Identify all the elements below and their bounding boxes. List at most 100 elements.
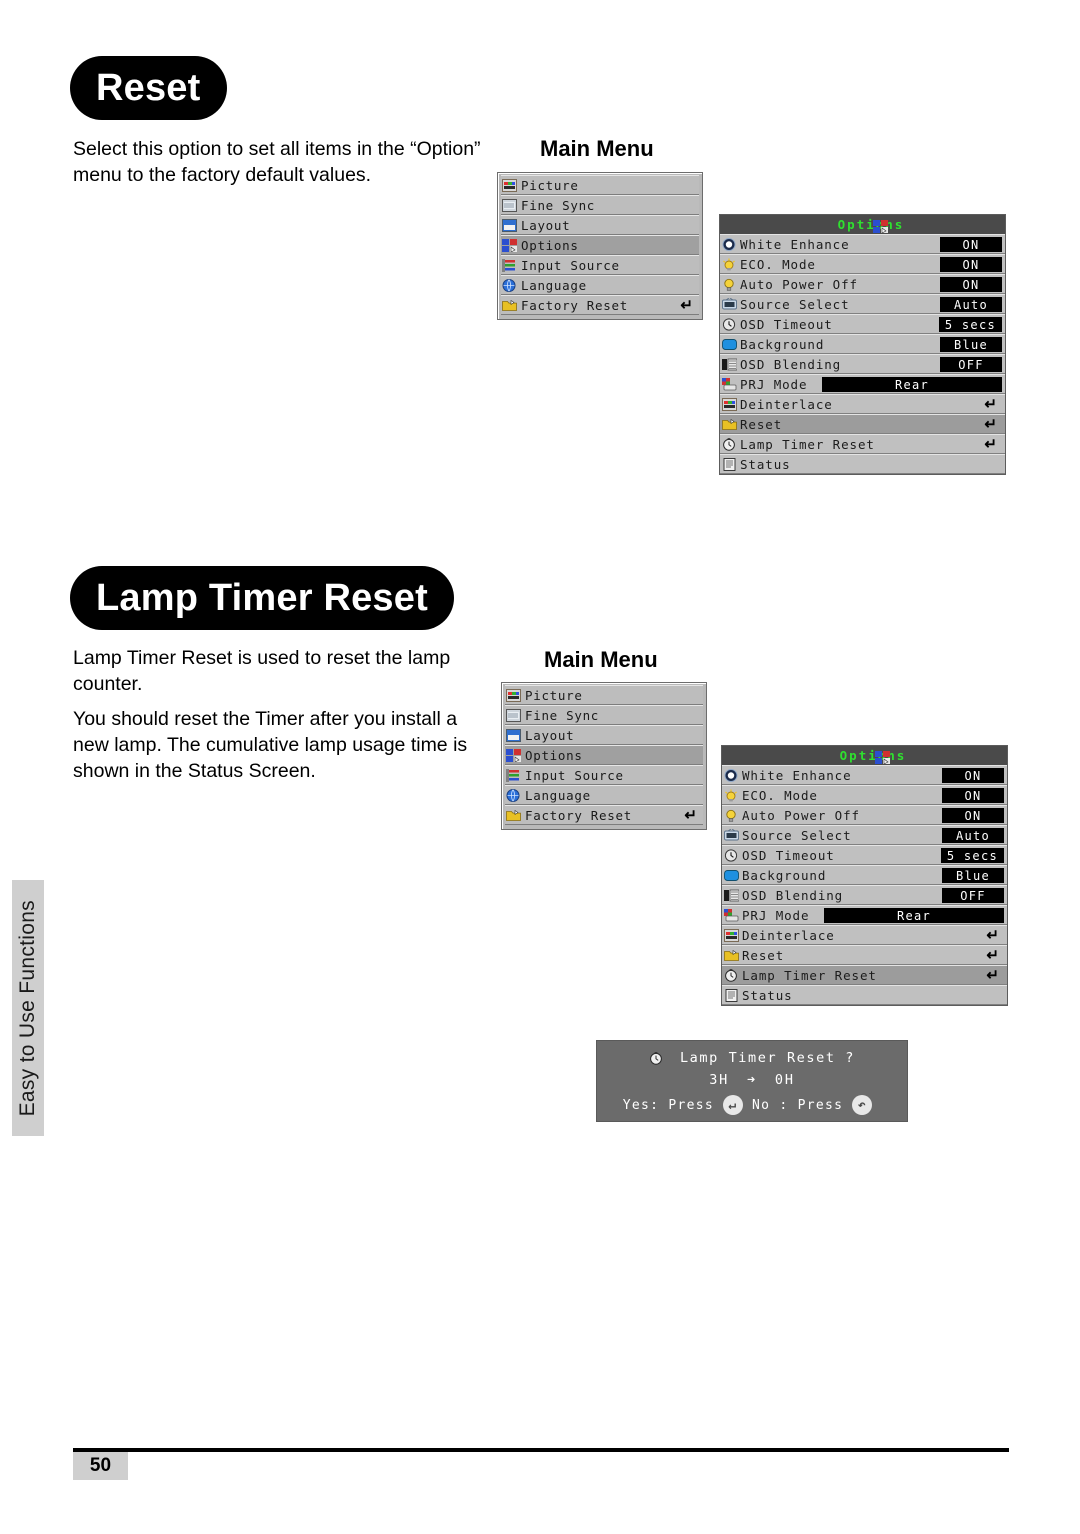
options-row-deinterlace[interactable]: Deinterlace ↵ [720, 394, 1005, 414]
eco-mode-icon [724, 789, 739, 802]
options-panel-bottom[interactable]: Options White Enhance ON ECO. Mode ON Au… [721, 745, 1008, 1006]
options-row-value[interactable]: ON [942, 808, 1004, 823]
back-button-icon[interactable]: ↶ [852, 1095, 873, 1115]
enter-arrow-icon: ↵ [984, 436, 997, 453]
options-row-value[interactable]: Auto [942, 828, 1004, 843]
source-select-icon [724, 828, 739, 842]
options-row-label: Auto Power Off [740, 276, 858, 292]
section-heading-reset-label: Reset [96, 66, 201, 109]
options-row-value[interactable]: 5 secs [940, 848, 1004, 863]
enter-button-icon[interactable]: ↵ [723, 1095, 743, 1115]
options-row-deinterlace[interactable]: Deinterlace ↵ [722, 925, 1007, 945]
options-row-label: Reset [742, 947, 785, 963]
main-menu-item-factory-reset[interactable]: Factory Reset ↵ [501, 295, 699, 315]
options-row-label: White Enhance [740, 236, 850, 252]
options-row-label: Background [740, 336, 825, 352]
options-row-background[interactable]: Background Blue [722, 865, 1007, 885]
options-row-eco-mode[interactable]: ECO. Mode ON [722, 785, 1007, 805]
options-row-auto-power-off[interactable]: Auto Power Off ON [722, 805, 1007, 825]
options-row-osd-blending[interactable]: OSD Blending OFF [722, 885, 1007, 905]
options-row-label: Status [742, 987, 793, 1003]
options-row-label: OSD Timeout [742, 847, 835, 863]
main-menu-item-options[interactable]: Options [505, 745, 703, 765]
main-menu-item-input-source[interactable]: Input Source [501, 255, 699, 275]
options-row-label: Deinterlace [742, 927, 835, 943]
main-menu-item-picture[interactable]: Picture [505, 685, 703, 705]
main-menu-item-language[interactable]: Language [505, 785, 703, 805]
options-row-value[interactable]: 5 secs [938, 317, 1002, 332]
options-row-osd-timeout[interactable]: OSD Timeout 5 secs [722, 845, 1007, 865]
options-row-background[interactable]: Background Blue [720, 334, 1005, 354]
main-menu-item-language[interactable]: Language [501, 275, 699, 295]
options-row-source-select[interactable]: Source Select Auto [722, 825, 1007, 845]
options-row-value[interactable]: OFF [942, 888, 1004, 903]
status-icon [722, 457, 737, 471]
main-menu-item-factory-reset[interactable]: Factory Reset ↵ [505, 805, 703, 825]
options-row-label: Auto Power Off [742, 807, 860, 823]
main-menu-item-label: Options [525, 747, 583, 763]
options-row-value[interactable]: Blue [942, 868, 1004, 883]
main-menu-item-layout[interactable]: Layout [501, 215, 699, 235]
options-row-value[interactable]: OFF [940, 357, 1002, 372]
main-menu-item-label: Picture [525, 687, 583, 703]
options-icon [872, 220, 888, 233]
options-row-lamp-timer-reset[interactable]: Lamp Timer Reset ↵ [722, 965, 1007, 985]
options-panel-top[interactable]: Options White Enhance ON ECO. Mode ON Au… [719, 214, 1006, 475]
main-menu-item-fine-sync[interactable]: Fine Sync [501, 195, 699, 215]
main-menu-item-label: Language [525, 787, 591, 803]
main-menu-item-picture[interactable]: Picture [501, 175, 699, 195]
options-row-source-select[interactable]: Source Select Auto [720, 294, 1005, 314]
options-row-value[interactable]: ON [942, 768, 1004, 783]
timer-icon [722, 437, 737, 451]
options-row-value[interactable]: ON [942, 788, 1004, 803]
options-row-value[interactable]: Rear [822, 377, 1002, 392]
options-row-status[interactable]: Status [722, 985, 1007, 1005]
options-row-label: Source Select [742, 827, 852, 843]
main-menu-item-label: Picture [521, 177, 579, 193]
options-row-value[interactable]: ON [940, 237, 1002, 252]
main-menu-caption-top: Main Menu [540, 136, 654, 161]
options-row-prj-mode[interactable]: PRJ Mode Rear [720, 374, 1005, 394]
options-row-eco-mode[interactable]: ECO. Mode ON [720, 254, 1005, 274]
source-select-icon [722, 297, 737, 311]
main-menu-item-fine-sync[interactable]: Fine Sync [505, 705, 703, 725]
section-heading-reset: Reset [70, 56, 227, 120]
lamp-timer-reset-description-1: Lamp Timer Reset is used to reset the la… [73, 647, 451, 695]
options-row-white-enhance[interactable]: White Enhance ON [722, 765, 1007, 785]
main-menu-item-options[interactable]: Options [501, 235, 699, 255]
lamp-dialog-yes-action[interactable]: Yes: Press ↵ [623, 1095, 752, 1115]
fine-sync-icon [502, 198, 517, 212]
options-row-status[interactable]: Status [720, 454, 1005, 474]
language-icon [506, 788, 521, 802]
options-row-value[interactable]: Auto [940, 297, 1002, 312]
options-row-value[interactable]: Blue [940, 337, 1002, 352]
timer-icon [724, 968, 739, 982]
options-row-auto-power-off[interactable]: Auto Power Off ON [720, 274, 1005, 294]
options-row-label: Status [740, 456, 791, 472]
options-row-value[interactable]: Rear [824, 908, 1004, 923]
main-menu-caption-bottom: Main Menu [544, 647, 658, 672]
main-menu-item-label: Factory Reset [525, 807, 632, 823]
osd-blending-icon [722, 358, 737, 371]
input-source-icon [502, 258, 517, 272]
options-row-lamp-timer-reset[interactable]: Lamp Timer Reset ↵ [720, 434, 1005, 454]
lamp-timer-reset-dialog[interactable]: Lamp Timer Reset ? 3H ➜ 0H Yes: Press ↵ … [596, 1040, 908, 1122]
background-icon [722, 338, 737, 351]
lamp-dialog-no-action[interactable]: No : Press ↶ [752, 1095, 881, 1115]
picture-icon [502, 178, 517, 192]
options-row-osd-blending[interactable]: OSD Blending OFF [720, 354, 1005, 374]
options-row-reset[interactable]: Reset ↵ [720, 414, 1005, 434]
folder-icon [506, 809, 521, 822]
options-row-reset[interactable]: Reset ↵ [722, 945, 1007, 965]
options-row-prj-mode[interactable]: PRJ Mode Rear [722, 905, 1007, 925]
enter-arrow-icon: ↵ [684, 806, 697, 824]
main-menu-panel-bottom[interactable]: Picture Fine Sync Layout Options Input S… [501, 682, 707, 830]
options-row-white-enhance[interactable]: White Enhance ON [720, 234, 1005, 254]
main-menu-item-layout[interactable]: Layout [505, 725, 703, 745]
options-row-osd-timeout[interactable]: OSD Timeout 5 secs [720, 314, 1005, 334]
main-menu-item-input-source[interactable]: Input Source [505, 765, 703, 785]
main-menu-panel-top[interactable]: Picture Fine Sync Layout Options Input S… [497, 172, 703, 320]
folder-icon [722, 418, 737, 431]
options-row-value[interactable]: ON [940, 277, 1002, 292]
options-row-value[interactable]: ON [940, 257, 1002, 272]
